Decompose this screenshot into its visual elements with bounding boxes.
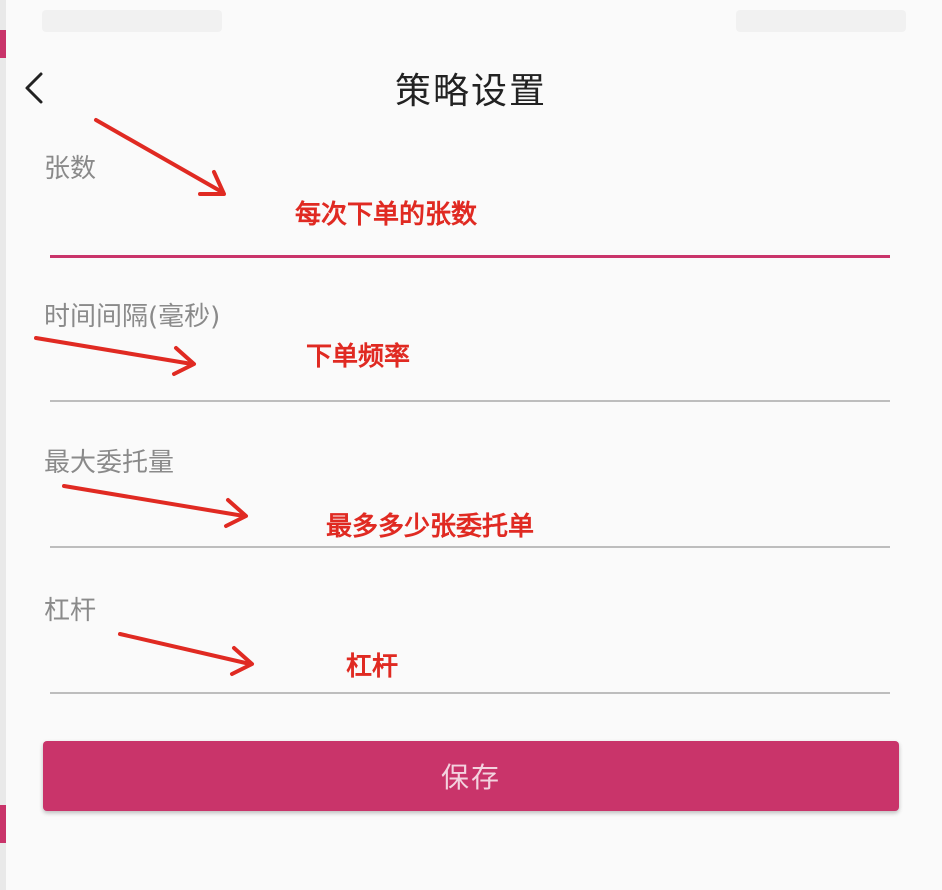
screenshot-frame: 策略设置 张数 时间间隔(毫秒) 最大委托量 杠杆 每次下单的张数 下单频率 最… bbox=[0, 0, 942, 890]
annotation-text: 杠杆 bbox=[346, 652, 399, 682]
save-button[interactable]: 保存 bbox=[43, 741, 899, 811]
status-notification-icons bbox=[42, 10, 222, 32]
annotation-text: 每次下单的张数 bbox=[295, 200, 478, 230]
field-underline bbox=[50, 692, 890, 694]
annotation-arrow-icon bbox=[62, 484, 248, 528]
field-label: 杠杆 bbox=[44, 596, 97, 626]
status-system-icons bbox=[736, 10, 906, 32]
field-underline bbox=[50, 400, 890, 402]
annotation-arrow-icon bbox=[94, 118, 226, 196]
field-underline-active bbox=[50, 255, 890, 258]
background-screen-edge bbox=[0, 0, 6, 890]
edge-accent-mark bbox=[0, 805, 6, 843]
field-label: 张数 bbox=[44, 154, 97, 184]
field-label: 时间间隔(毫秒) bbox=[44, 302, 221, 332]
annotation-text: 最多多少张委托单 bbox=[326, 512, 535, 542]
annotation-arrow-icon bbox=[118, 632, 254, 676]
annotation-arrow-icon bbox=[34, 336, 196, 376]
annotation-text: 下单频率 bbox=[306, 342, 411, 372]
status-bar bbox=[6, 0, 942, 44]
field-label: 最大委托量 bbox=[44, 448, 175, 478]
page-title: 策略设置 bbox=[394, 71, 547, 112]
field-underline bbox=[50, 546, 890, 548]
